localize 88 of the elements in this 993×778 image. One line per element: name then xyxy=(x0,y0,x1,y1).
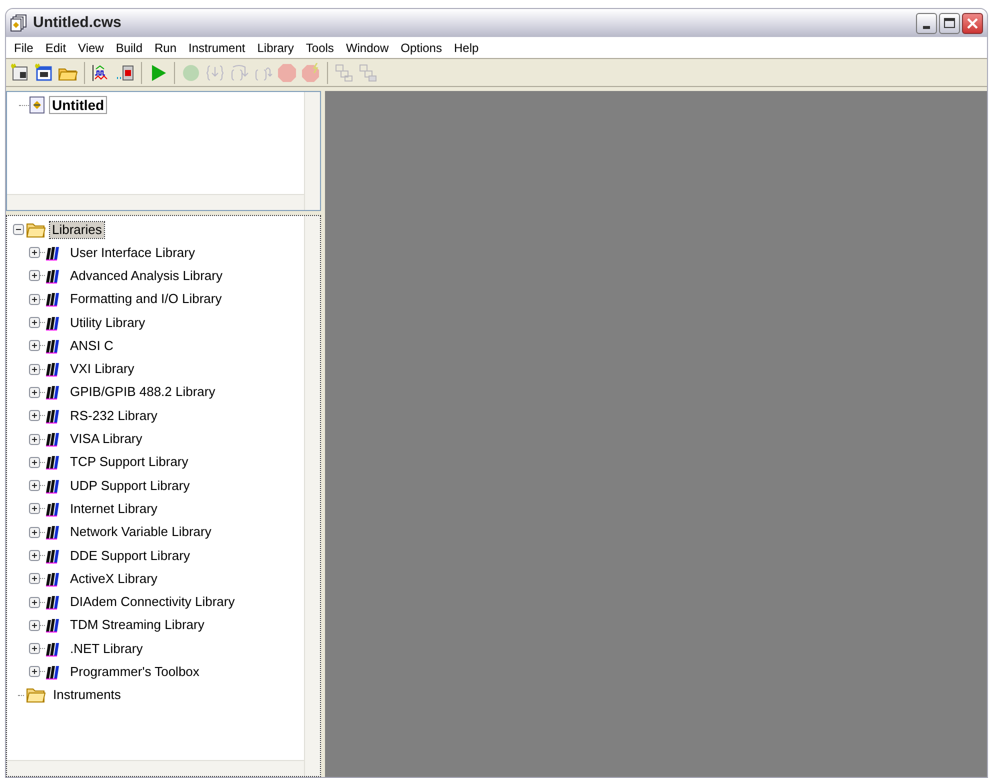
expand-icon[interactable] xyxy=(29,550,40,561)
tree-item-label[interactable]: TDM Streaming Library xyxy=(67,616,208,634)
expand-icon[interactable] xyxy=(29,247,40,258)
tree-item-label[interactable]: ActiveX Library xyxy=(67,570,160,588)
close-icon xyxy=(966,16,979,30)
tree-item-label[interactable]: .NET Library xyxy=(67,640,146,658)
menu-item[interactable]: Options xyxy=(394,38,448,58)
project-file-icon xyxy=(29,96,45,114)
expand-icon[interactable] xyxy=(29,573,40,584)
tree-item-label[interactable]: DDE Support Library xyxy=(67,546,193,564)
books-icon xyxy=(45,384,59,400)
tree-item-label[interactable]: UDP Support Library xyxy=(67,476,193,495)
expand-icon[interactable] xyxy=(29,410,40,422)
tree-item-label[interactable]: Libraries xyxy=(50,222,104,238)
folder-icon xyxy=(26,222,46,238)
books-icon xyxy=(45,478,59,494)
menu-item[interactable]: Help xyxy=(448,38,485,58)
books-icon xyxy=(45,361,59,378)
books-icon xyxy=(45,244,59,261)
tree-item-label[interactable]: ANSI C xyxy=(67,336,116,355)
tree-item-label[interactable]: Advanced Analysis Library xyxy=(67,266,226,285)
books-icon xyxy=(45,640,59,657)
books-icon xyxy=(45,431,59,448)
expand-icon[interactable] xyxy=(29,364,40,375)
menu-item[interactable]: Build xyxy=(110,38,149,58)
tree-item-label[interactable]: Internet Library xyxy=(67,500,160,518)
menu-item[interactable]: Window xyxy=(340,38,395,58)
expand-icon[interactable] xyxy=(29,643,40,654)
books-icon xyxy=(45,268,59,284)
books-icon xyxy=(45,617,59,634)
expand-icon[interactable] xyxy=(29,294,40,305)
expand-icon[interactable] xyxy=(29,270,40,282)
close-button[interactable] xyxy=(962,12,983,34)
books-icon xyxy=(45,664,59,680)
tree-item-label[interactable]: Programmer's Toolbox xyxy=(67,662,202,681)
books-icon xyxy=(45,500,59,517)
expand-icon[interactable] xyxy=(29,596,40,608)
books-icon xyxy=(45,548,59,564)
vertical-scrollbar[interactable] xyxy=(304,216,320,776)
tree-item-label[interactable]: Untitled xyxy=(49,96,108,114)
books-icon xyxy=(45,524,59,540)
tree-item-label[interactable]: Instruments xyxy=(50,686,124,704)
expand-icon[interactable] xyxy=(29,526,40,538)
folder-icon xyxy=(26,687,46,704)
books-icon xyxy=(45,454,59,470)
expand-icon[interactable] xyxy=(29,317,40,328)
tree-item-label[interactable]: RS-232 Library xyxy=(67,406,160,425)
books-icon xyxy=(45,408,59,424)
expand-icon[interactable] xyxy=(29,666,40,678)
maximize-button[interactable] xyxy=(939,12,960,34)
menu-item[interactable]: File xyxy=(8,38,40,58)
minimize-button[interactable] xyxy=(916,12,937,34)
books-icon xyxy=(45,338,59,354)
books-icon xyxy=(45,570,59,587)
expand-icon[interactable] xyxy=(29,480,40,492)
tree-item-label[interactable]: Formatting and I/O Library xyxy=(67,290,225,308)
books-icon xyxy=(45,314,59,331)
collapse-icon[interactable] xyxy=(13,224,24,235)
horizontal-scrollbar[interactable] xyxy=(7,194,304,210)
tree-item-label[interactable]: DIAdem Connectivity Library xyxy=(67,593,238,612)
expand-icon[interactable] xyxy=(29,340,40,352)
menu-item[interactable]: View xyxy=(72,38,110,58)
books-icon xyxy=(45,594,59,610)
vertical-scrollbar[interactable] xyxy=(304,92,320,210)
expand-icon[interactable] xyxy=(29,456,40,468)
expand-icon[interactable] xyxy=(29,620,40,631)
expand-icon[interactable] xyxy=(29,434,40,445)
tree-item-label[interactable]: Network Variable Library xyxy=(67,523,214,542)
expand-icon[interactable] xyxy=(29,386,40,398)
menu-item[interactable]: Library xyxy=(251,38,300,58)
tree-item-label[interactable]: VXI Library xyxy=(67,360,138,378)
tree-item-label[interactable]: TCP Support Library xyxy=(67,453,192,472)
tree-item-label[interactable]: GPIB/GPIB 488.2 Library xyxy=(67,383,218,402)
menu-item[interactable]: Run xyxy=(148,38,183,58)
tree-item-label[interactable]: Utility Library xyxy=(67,314,148,332)
menu-item[interactable]: Edit xyxy=(39,38,72,58)
tree-item-label[interactable]: VISA Library xyxy=(67,430,146,448)
new-window-button[interactable] xyxy=(33,62,55,84)
minimize-icon xyxy=(923,26,930,28)
horizontal-scrollbar[interactable] xyxy=(7,760,304,776)
document-stack-icon xyxy=(10,14,28,32)
maximize-icon xyxy=(944,18,955,28)
menu-item[interactable]: Instrument xyxy=(182,38,252,58)
menu-item[interactable]: Tools xyxy=(300,38,340,58)
books-icon xyxy=(45,291,59,308)
tree-item-label[interactable]: User Interface Library xyxy=(67,244,198,262)
expand-icon[interactable] xyxy=(29,503,40,514)
window-title: Untitled.cws xyxy=(33,12,122,33)
